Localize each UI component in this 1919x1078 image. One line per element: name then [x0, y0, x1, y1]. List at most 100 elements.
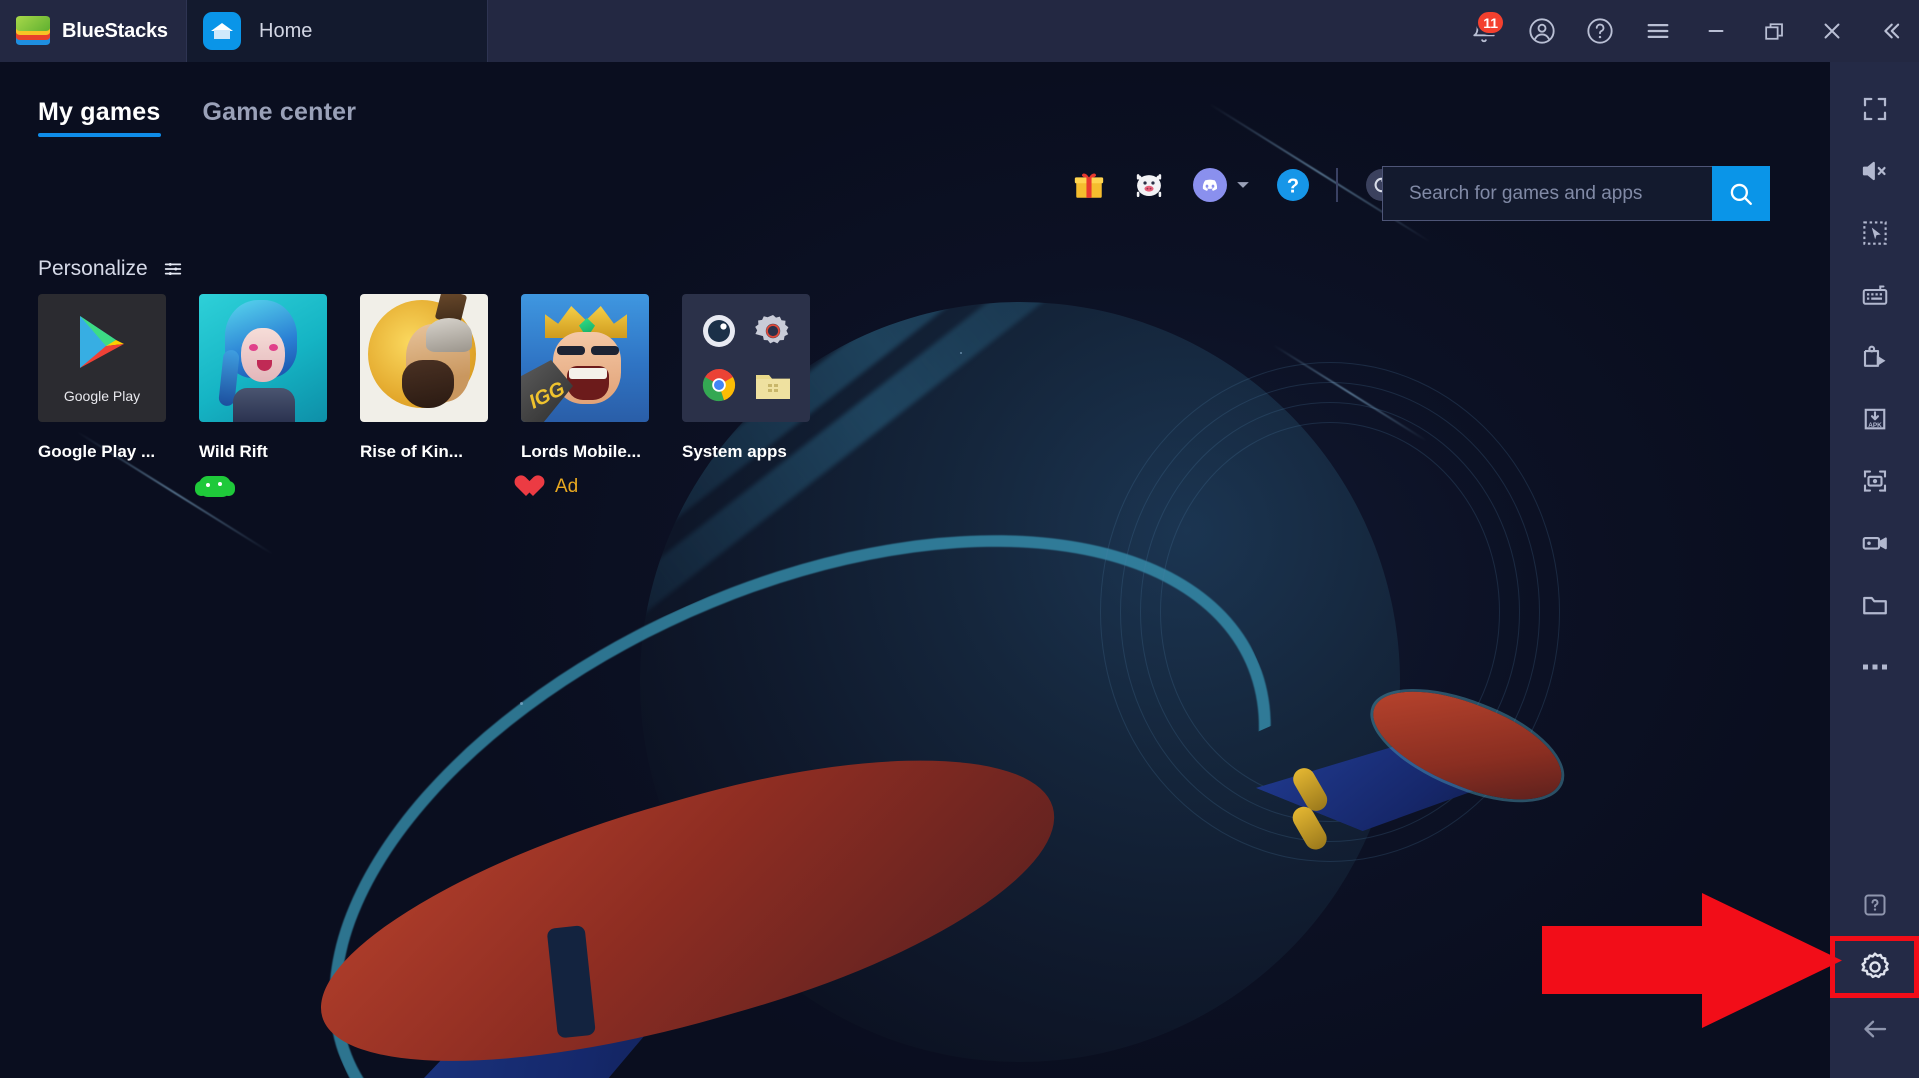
mute-button[interactable]: [1830, 140, 1919, 202]
search-input[interactable]: [1409, 182, 1712, 205]
camera-lens-icon: [703, 315, 735, 347]
menu-button[interactable]: [1629, 0, 1687, 62]
search-input-wrapper[interactable]: [1382, 166, 1712, 221]
wild-rift-icon: [199, 294, 327, 422]
gear-icon: [755, 315, 789, 344]
tab-home-label: Home: [259, 19, 313, 42]
piggy-bank-button[interactable]: [1132, 168, 1166, 202]
record-screen-button[interactable]: [1830, 512, 1919, 574]
chrome-icon: [702, 368, 736, 402]
app-ad-row: Ad: [521, 476, 649, 498]
title-bar: BlueStacks Home 11: [0, 0, 1919, 62]
folder-icon: [756, 375, 790, 399]
window-controls: 11: [1455, 0, 1919, 62]
help-button[interactable]: [1571, 0, 1629, 62]
restore-window-icon: [1764, 22, 1783, 40]
google-play-icon: Google Play: [38, 294, 166, 422]
search-bar: [1382, 166, 1770, 221]
app-label: Wild Rift: [199, 442, 268, 461]
more-options-button[interactable]: [1830, 636, 1919, 698]
double-chevron-left-icon: [1884, 23, 1900, 39]
app-tile-system-apps[interactable]: System apps: [682, 294, 810, 498]
brand-name: BlueStacks: [62, 19, 168, 42]
play-triangle-icon: [80, 316, 124, 368]
fullscreen-button[interactable]: [1830, 78, 1919, 140]
annotation-red-arrow: [1542, 893, 1842, 1028]
settings-button[interactable]: [1830, 936, 1919, 998]
app-label: Google Play ...: [38, 442, 156, 461]
collapse-sidebar-button[interactable]: [1861, 0, 1919, 62]
arrow-left-icon: [1863, 1020, 1886, 1038]
apk-download-icon: APK: [1864, 408, 1885, 430]
home-icon: [203, 12, 241, 50]
app-tile-lords-mobile[interactable]: IGG Lords Mobile... Ad: [521, 294, 649, 498]
folder-icon: [1862, 596, 1887, 615]
account-button[interactable]: [1513, 0, 1571, 62]
close-icon: [1824, 23, 1840, 39]
bluestacks-logo-icon: [16, 16, 50, 46]
screenshot-button[interactable]: [1830, 450, 1919, 512]
game-controls-button[interactable]: [1830, 264, 1919, 326]
cursor-select-icon: [1862, 221, 1887, 245]
search-icon: [1730, 183, 1752, 205]
help-circle-icon: [1587, 18, 1613, 44]
app-badge-row: [195, 476, 327, 497]
chevron-down-icon: [1237, 182, 1249, 188]
red-arrow-icon: [1542, 893, 1842, 1028]
personalize-button[interactable]: Personalize: [38, 257, 184, 281]
restore-button[interactable]: [1745, 0, 1803, 62]
search-submit-button[interactable]: [1712, 166, 1770, 221]
minimize-button[interactable]: [1687, 0, 1745, 62]
ad-label: Ad: [555, 476, 579, 497]
right-sidebar: APK: [1830, 62, 1919, 1078]
notifications-button[interactable]: 11: [1455, 0, 1513, 62]
install-apk-button[interactable]: APK: [1830, 388, 1919, 450]
content-toolbar: ?: [1072, 167, 1400, 203]
multi-instance-button[interactable]: [1830, 202, 1919, 264]
discord-icon: [1193, 168, 1227, 202]
gamepad-icon: [195, 476, 235, 497]
back-button[interactable]: [1830, 998, 1919, 1060]
svg-text:APK: APK: [1868, 422, 1882, 429]
tab-my-games[interactable]: My games: [38, 98, 161, 137]
tab-home[interactable]: Home: [186, 0, 488, 62]
brand-area: BlueStacks: [0, 16, 186, 46]
camera-icon: [1863, 470, 1886, 492]
help-blue-button[interactable]: ?: [1276, 168, 1310, 202]
sidebar-help-button[interactable]: [1830, 874, 1919, 936]
minimize-icon: [1708, 30, 1724, 32]
tab-game-center[interactable]: Game center: [203, 98, 357, 137]
gifts-button[interactable]: [1072, 168, 1106, 202]
question-circle-icon: ?: [1277, 169, 1309, 201]
discord-button[interactable]: [1192, 167, 1250, 203]
igg-label: IGG: [525, 377, 569, 413]
macro-recorder-button[interactable]: [1830, 326, 1919, 388]
system-apps-icon: [682, 294, 810, 422]
keyboard-icon: [1862, 285, 1887, 305]
app-label: System apps: [682, 442, 787, 461]
app-grid: Google Play Google Play ... Wild Rift Ri…: [38, 294, 810, 498]
app-tile-rise-of-kingdoms[interactable]: Rise of Kin...: [360, 294, 488, 498]
bluestacks-window: BlueStacks Home 11 My games Game center …: [0, 0, 1919, 1078]
gift-icon: [1074, 173, 1104, 198]
gear-icon: [1860, 952, 1889, 979]
app-tile-google-play[interactable]: Google Play Google Play ...: [38, 294, 166, 498]
ellipsis-icon: [1862, 664, 1887, 670]
notification-badge: 11: [1476, 10, 1505, 35]
google-play-tile-label: Google Play: [63, 388, 141, 404]
app-label: Lords Mobile...: [521, 442, 641, 461]
media-manager-button[interactable]: [1830, 574, 1919, 636]
question-square-icon: [1864, 894, 1885, 916]
close-button[interactable]: [1803, 0, 1861, 62]
app-label: Rise of Kin...: [360, 442, 463, 461]
fullscreen-icon: [1863, 97, 1886, 121]
personalize-label: Personalize: [38, 257, 148, 280]
content-tabs: My games Game center: [38, 98, 356, 137]
piggy-bank-icon: [1136, 174, 1162, 198]
svg-text:?: ?: [1287, 176, 1299, 198]
video-camera-icon: [1862, 536, 1887, 550]
app-tile-wild-rift[interactable]: Wild Rift: [195, 294, 327, 498]
speaker-mute-icon: [1862, 161, 1886, 181]
rise-of-kingdoms-icon: [360, 294, 488, 422]
lords-mobile-icon: IGG: [521, 294, 649, 422]
